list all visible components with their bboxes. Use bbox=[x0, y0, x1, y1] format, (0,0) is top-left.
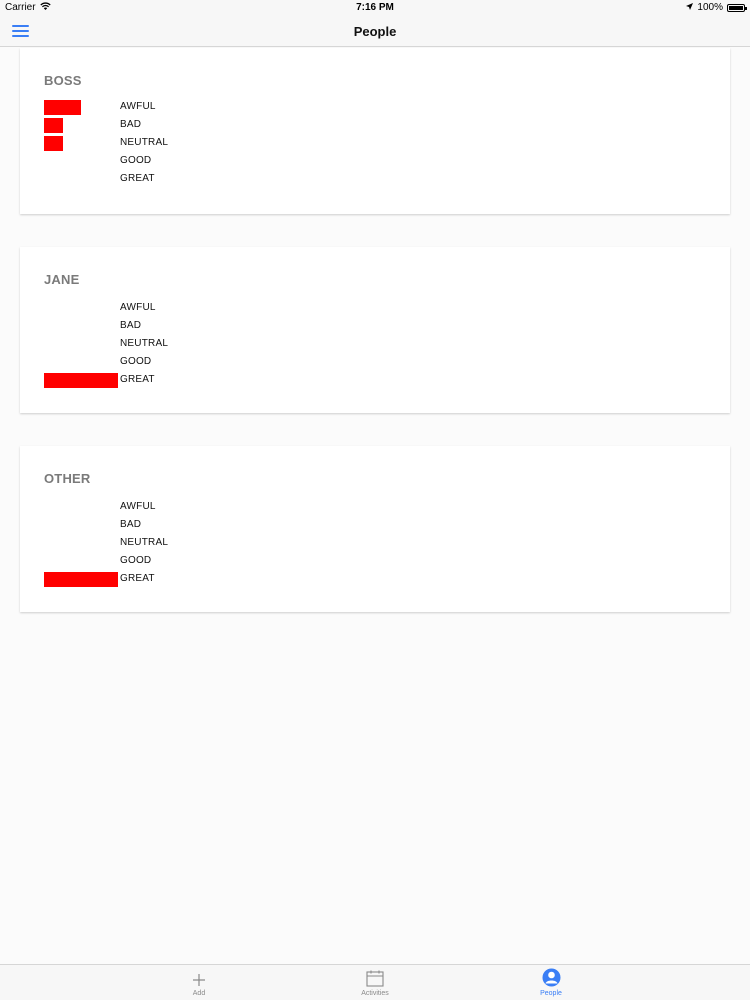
rating-label: NEUTRAL bbox=[120, 137, 169, 148]
tab-label: Activities bbox=[361, 990, 389, 997]
rating-bar bbox=[44, 136, 63, 151]
rating-label: NEUTRAL bbox=[120, 338, 169, 349]
battery-percent: 100% bbox=[697, 2, 723, 13]
rating-label: BAD bbox=[120, 119, 142, 130]
rating-row: NEUTRAL bbox=[44, 536, 344, 551]
rating-label: AWFUL bbox=[120, 501, 156, 512]
rating-row: GOOD bbox=[44, 554, 344, 569]
rating-row: BAD bbox=[44, 319, 344, 334]
people-list[interactable]: BOSS AWFUL BAD NEUTRAL GOOD GREAT JANE A… bbox=[0, 48, 750, 963]
person-icon bbox=[511, 965, 591, 987]
plus-icon bbox=[159, 965, 239, 987]
tab-label: Add bbox=[192, 990, 206, 997]
rating-label: GOOD bbox=[120, 155, 152, 166]
tab-add[interactable]: Add bbox=[159, 965, 239, 1000]
rating-label: GREAT bbox=[120, 374, 155, 385]
rating-label: AWFUL bbox=[120, 302, 156, 313]
rating-row: NEUTRAL bbox=[44, 136, 344, 151]
person-card: BOSS AWFUL BAD NEUTRAL GOOD GREAT bbox=[20, 48, 730, 214]
rating-label: GREAT bbox=[120, 573, 155, 584]
status-time: 7:16 PM bbox=[356, 2, 394, 13]
person-name: JANE bbox=[44, 272, 80, 287]
rating-row: GREAT bbox=[44, 572, 344, 587]
rating-row: GOOD bbox=[44, 154, 344, 169]
tab-people[interactable]: People bbox=[511, 965, 591, 1000]
person-name: OTHER bbox=[44, 471, 91, 486]
status-bar: Carrier 7:16 PM 100% bbox=[0, 0, 750, 15]
rating-label: BAD bbox=[120, 519, 142, 530]
rating-label: AWFUL bbox=[120, 101, 156, 112]
rating-row: AWFUL bbox=[44, 500, 344, 515]
rating-row: BAD bbox=[44, 118, 344, 133]
navigation-bar: People bbox=[0, 15, 750, 47]
rating-label: BAD bbox=[120, 320, 142, 331]
rating-label: NEUTRAL bbox=[120, 537, 169, 548]
location-arrow-icon bbox=[686, 2, 694, 13]
person-card: OTHER AWFUL BAD NEUTRAL GOOD GREAT bbox=[20, 446, 730, 612]
calendar-icon bbox=[335, 965, 415, 987]
rating-row: NEUTRAL bbox=[44, 337, 344, 352]
rating-bar bbox=[44, 572, 118, 587]
tab-label: People bbox=[540, 990, 562, 997]
page-title: People bbox=[353, 24, 397, 39]
tab-bar: Add Activities People bbox=[0, 964, 750, 1000]
rating-row: AWFUL bbox=[44, 100, 344, 115]
rating-label: GOOD bbox=[120, 356, 152, 367]
tab-activities[interactable]: Activities bbox=[335, 965, 415, 1000]
battery-icon bbox=[727, 3, 747, 12]
rating-row: GREAT bbox=[44, 373, 344, 388]
status-right: 100% bbox=[686, 2, 747, 13]
rating-row: GOOD bbox=[44, 355, 344, 370]
rating-bar bbox=[44, 118, 63, 133]
rating-bar bbox=[44, 100, 81, 115]
rating-bar bbox=[44, 373, 118, 388]
rating-row: BAD bbox=[44, 518, 344, 533]
person-name: BOSS bbox=[44, 73, 82, 88]
rating-row: AWFUL bbox=[44, 301, 344, 316]
rating-label: GOOD bbox=[120, 555, 152, 566]
rating-row: GREAT bbox=[44, 172, 344, 187]
person-card: JANE AWFUL BAD NEUTRAL GOOD GREAT bbox=[20, 247, 730, 413]
rating-label: GREAT bbox=[120, 173, 155, 184]
